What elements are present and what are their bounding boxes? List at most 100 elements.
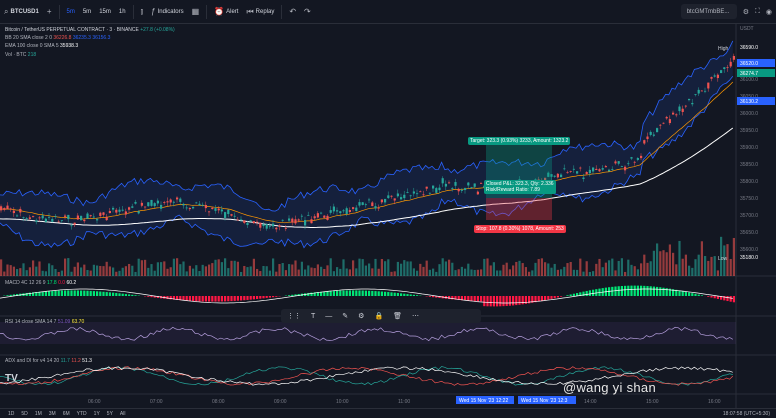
settings-icon[interactable]: ⚙ <box>743 8 749 16</box>
macd-bar <box>268 296 271 298</box>
range-3m[interactable]: 3M <box>49 411 56 417</box>
volume-bar <box>572 269 575 276</box>
volume-bar <box>80 267 83 276</box>
macd-bar <box>726 296 729 302</box>
undo-button[interactable]: ↶ <box>285 0 300 24</box>
volume-bar <box>67 258 70 276</box>
candle <box>121 209 124 211</box>
volume-bar <box>121 267 124 276</box>
macd-bar <box>588 290 591 296</box>
candle <box>553 175 556 177</box>
price-tick: 35800.0 <box>740 179 758 185</box>
volume-bar <box>134 271 137 276</box>
macd-bar <box>48 291 51 296</box>
symbol-search[interactable]: ⌕ BTCUSD1 <box>0 0 43 24</box>
macd-bar <box>512 296 515 306</box>
volume-bar <box>345 268 348 276</box>
range-1m[interactable]: 1M <box>35 411 42 417</box>
macd-bar <box>537 296 540 302</box>
macd-bar <box>355 290 358 296</box>
range-ytd[interactable]: YTD <box>77 411 87 417</box>
indicators-button[interactable]: ƒ Indicators <box>147 0 187 24</box>
more-icon[interactable]: ⋯ <box>412 312 419 320</box>
volume-bar <box>624 271 627 276</box>
candle <box>342 210 345 212</box>
volume-bar <box>41 270 44 276</box>
volume-bar <box>108 266 111 276</box>
fullscreen-icon[interactable]: ⛶ <box>755 8 760 16</box>
volume-bar <box>611 258 614 276</box>
candle <box>336 210 339 212</box>
volume-bar <box>524 267 527 276</box>
volume-bar <box>160 262 163 276</box>
layout-button[interactable]: ▦ <box>188 0 204 24</box>
candle <box>252 221 255 224</box>
alert-label: Alert <box>226 8 239 15</box>
alert-button[interactable]: ⏰ Alert <box>210 0 242 24</box>
macd-bar <box>150 296 153 298</box>
trash-icon[interactable]: 🗑 <box>393 312 402 320</box>
volume-bar <box>195 265 198 276</box>
range-5y[interactable]: 5Y <box>107 411 113 417</box>
interval-5m[interactable]: 5m <box>63 0 79 24</box>
add-symbol-button[interactable]: + <box>43 0 56 24</box>
macd-bar <box>483 296 486 307</box>
candle <box>390 195 393 197</box>
candle <box>624 166 627 171</box>
candle <box>422 194 425 196</box>
range-1y[interactable]: 1Y <box>94 411 100 417</box>
volume-bar <box>630 264 633 276</box>
line-tool-icon[interactable]: — <box>325 313 332 320</box>
volume-bar <box>176 258 179 276</box>
lock-icon[interactable]: 🔒 <box>374 312 383 320</box>
volume-bar <box>486 258 489 276</box>
time-tick: 09:00 <box>274 399 287 405</box>
replay-button[interactable]: ⏮ Replay <box>242 0 278 24</box>
symbol-label: BTCUSD1 <box>10 8 39 15</box>
macd-bar <box>627 285 630 296</box>
redo-button[interactable]: ↷ <box>300 0 315 24</box>
candle <box>329 210 332 213</box>
drawing-toolbar[interactable]: ⋮⋮ T — ✎ ⚙ 🔒 🗑 ⋯ <box>281 309 481 323</box>
candle <box>588 169 591 174</box>
volume-bar <box>204 266 207 276</box>
closed-pnl-label: Closed P&L: 323.3, Qty: 2.336 Risk/Reward… <box>484 180 556 194</box>
range-1d[interactable]: 1D <box>8 411 14 417</box>
interval-5m-b[interactable]: 5m <box>79 0 95 24</box>
volume-bar <box>6 264 9 276</box>
volume-bar <box>339 268 342 276</box>
brush-icon[interactable]: ✎ <box>342 312 348 320</box>
candle <box>38 217 41 219</box>
candle <box>627 163 630 165</box>
range-5d[interactable]: 5D <box>21 411 27 417</box>
range-6m[interactable]: 6M <box>63 411 70 417</box>
candle <box>240 219 243 221</box>
candle <box>694 94 697 95</box>
volume-bar <box>89 270 92 276</box>
volume-bar <box>3 271 6 276</box>
macd-bar <box>403 293 406 296</box>
candle <box>195 202 198 204</box>
candle <box>435 188 438 193</box>
macd-bar <box>585 290 588 296</box>
candle <box>377 207 380 209</box>
candles-button[interactable]: ⫾ <box>137 0 148 24</box>
volume-bar <box>272 258 275 276</box>
watchlist-search[interactable]: btcGMTmbBE... <box>680 4 737 19</box>
price-chart[interactable]: USDT36200.036150.036100.036050.036000.03… <box>0 24 776 418</box>
volume-bar <box>422 266 425 276</box>
macd-bar <box>502 296 505 307</box>
macd-bar <box>252 296 255 300</box>
drag-handle-icon[interactable]: ⋮⋮ <box>287 312 301 320</box>
settings-icon[interactable]: ⚙ <box>358 312 364 320</box>
candle <box>156 200 159 204</box>
range-all[interactable]: All <box>120 411 126 417</box>
text-tool-icon[interactable]: T <box>311 313 315 320</box>
camera-icon[interactable]: ◉ <box>766 8 772 16</box>
interval-1h[interactable]: 1h <box>115 0 130 24</box>
chart-area[interactable]: USDT36200.036150.036100.036050.036000.03… <box>0 24 776 418</box>
volume-bar <box>528 271 531 276</box>
macd-bar <box>662 287 665 296</box>
candle <box>368 199 371 201</box>
interval-15m[interactable]: 15m <box>95 0 115 24</box>
